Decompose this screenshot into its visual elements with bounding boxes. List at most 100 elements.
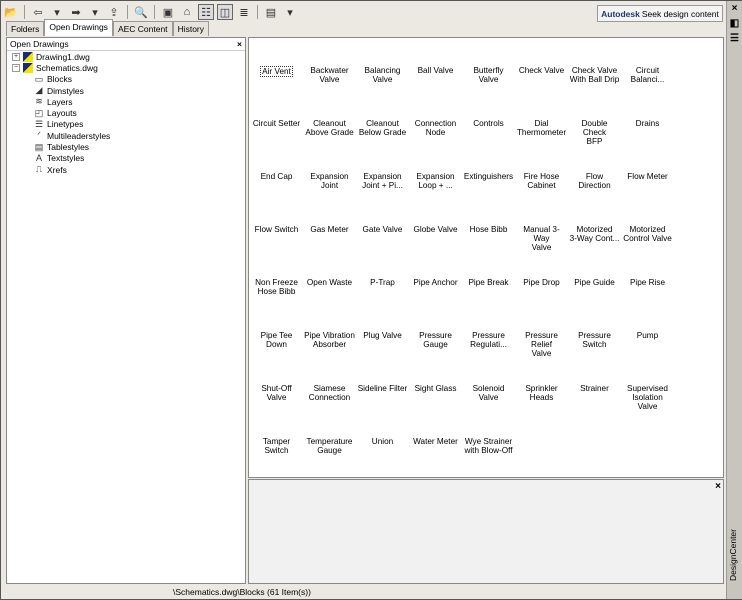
block-item[interactable]: P-Trap [356, 276, 409, 329]
block-item[interactable]: Non Freeze Hose Bibb [250, 276, 303, 329]
block-item[interactable]: Check Valve With Ball Drip [568, 64, 621, 117]
favorites-icon[interactable]: ▣ [160, 4, 176, 20]
tree-node-multileaderstyles[interactable]: ᐟ Multileaderstyles [12, 130, 245, 141]
block-item[interactable]: Check Valve [515, 64, 568, 117]
tablestyles-icon: ▤ [34, 141, 44, 152]
block-label: Cleanout Above Grade [305, 119, 354, 137]
close-palette-icon[interactable]: × [728, 3, 742, 16]
block-label: Water Meter [413, 437, 458, 446]
block-item[interactable]: Double Check BFP [568, 117, 621, 170]
block-item[interactable]: Open Waste [303, 276, 356, 329]
block-item[interactable]: Expansion Loop + ... [409, 170, 462, 223]
block-item[interactable]: Flow Direction [568, 170, 621, 223]
tree-node-dimstyles[interactable]: ◢ Dimstyles [12, 85, 245, 96]
tree-node-blocks[interactable]: ▭ Blocks [12, 74, 245, 85]
tree-node-layers[interactable]: ≋ Layers [12, 96, 245, 107]
block-item[interactable]: Circuit Balanci... [621, 64, 674, 117]
block-grid: Air Vent Backwater Valve Balancing Valve Ba… [250, 64, 674, 488]
block-item[interactable]: Pressure Relief Valve [515, 329, 568, 382]
block-item[interactable]: Plug Valve [356, 329, 409, 382]
tree-view-toggle-icon[interactable]: ☷ [198, 4, 214, 20]
block-item[interactable]: Extinguishers [462, 170, 515, 223]
block-item[interactable]: Cleanout Below Grade [356, 117, 409, 170]
block-item[interactable]: Drains [621, 117, 674, 170]
block-item[interactable]: Sight Glass [409, 382, 462, 435]
block-item[interactable]: Butterfly Valve [462, 64, 515, 117]
block-item[interactable]: Pipe Tee Down [250, 329, 303, 382]
preview-icon[interactable]: ◫ [217, 4, 233, 20]
block-item[interactable]: Fire Hose Cabinet [515, 170, 568, 223]
block-item[interactable]: Air Vent [250, 64, 303, 117]
collapse-icon[interactable]: − [12, 63, 20, 72]
palette-title-strip[interactable]: × ◧ ☰ DesignCenter [726, 1, 742, 599]
block-item[interactable]: Pipe Vibration Absorber [303, 329, 356, 382]
block-item[interactable]: Controls [462, 117, 515, 170]
load-icon[interactable]: 📂 [3, 4, 19, 20]
block-item[interactable]: Hose Bibb [462, 223, 515, 276]
block-item[interactable]: Strainer [568, 382, 621, 435]
search-icon[interactable]: 🔍 [133, 4, 149, 20]
block-item[interactable]: Shut-Off Valve [250, 382, 303, 435]
forward-icon[interactable]: ➡ [68, 4, 84, 20]
block-item[interactable]: Expansion Joint [303, 170, 356, 223]
tree-node-drawing1[interactable]: + Drawing1.dwg [12, 51, 245, 62]
block-item[interactable]: Pump [621, 329, 674, 382]
tab-open-drawings[interactable]: Open Drawings [44, 19, 113, 36]
tab-aec-content[interactable]: AEC Content [112, 21, 173, 36]
block-item[interactable]: Balancing Valve [356, 64, 409, 117]
close-preview-icon[interactable]: × [715, 481, 721, 492]
block-item[interactable]: Globe Valve [409, 223, 462, 276]
block-item[interactable]: Solenoid Valve [462, 382, 515, 435]
tab-folders[interactable]: Folders [6, 21, 45, 36]
tab-history[interactable]: History [172, 21, 210, 36]
block-item[interactable]: Flow Meter [621, 170, 674, 223]
block-item[interactable]: Dial Thermometer [515, 117, 568, 170]
block-item[interactable]: End Cap [250, 170, 303, 223]
block-item[interactable]: Sprinkler Heads [515, 382, 568, 435]
tree-node-layouts[interactable]: ◰ Layouts [12, 107, 245, 119]
block-item[interactable]: Pipe Drop [515, 276, 568, 329]
close-tree-icon[interactable]: × [237, 39, 242, 49]
block-item[interactable]: Manual 3-Way Valve [515, 223, 568, 276]
forward-dropdown-icon[interactable]: ▾ [87, 4, 103, 20]
tree-node-linetypes[interactable]: ☰ Linetypes [12, 119, 245, 130]
description-icon[interactable]: ≣ [236, 4, 252, 20]
block-item[interactable]: Flow Switch [250, 223, 303, 276]
tree-node-textstyles[interactable]: A Textstyles [12, 153, 245, 164]
block-item[interactable]: Supervised Isolation Valve [621, 382, 674, 435]
block-label: Expansion Joint + Pi... [362, 172, 403, 190]
block-item[interactable]: Gas Meter [303, 223, 356, 276]
tree-node-schematics[interactable]: − Schematics.dwg [12, 62, 245, 73]
back-dropdown-icon[interactable]: ▾ [49, 4, 65, 20]
block-item[interactable]: Expansion Joint + Pi... [356, 170, 409, 223]
views-icon[interactable]: ▤ [263, 4, 279, 20]
auto-hide-icon[interactable]: ◧ [728, 18, 742, 31]
home-icon[interactable]: ⌂ [179, 4, 195, 20]
up-icon[interactable]: ⇪ [106, 4, 122, 20]
block-item[interactable]: Pipe Break [462, 276, 515, 329]
block-item[interactable]: Pressure Regulati... [462, 329, 515, 382]
block-item[interactable]: Gate Valve [356, 223, 409, 276]
expand-icon[interactable]: + [12, 52, 20, 61]
views-dropdown-icon[interactable]: ▾ [282, 4, 298, 20]
block-item[interactable]: Motorized Control Valve [621, 223, 674, 276]
block-item[interactable]: Backwater Valve [303, 64, 356, 117]
block-item[interactable]: Pressure Switch [568, 329, 621, 382]
block-item[interactable]: Pipe Rise [621, 276, 674, 329]
tree-node-tablestyles[interactable]: ▤ Tablestyles [12, 141, 245, 153]
properties-icon[interactable]: ☰ [728, 33, 742, 46]
block-item[interactable]: Pipe Anchor [409, 276, 462, 329]
block-item[interactable]: Pressure Gauge [409, 329, 462, 382]
block-item[interactable]: Motorized 3-Way Cont... [568, 223, 621, 276]
block-item[interactable]: Circuit Setter [250, 117, 303, 170]
dimstyles-icon: ◢ [35, 85, 43, 96]
tree-node-xrefs[interactable]: ⎍ Xrefs [12, 164, 245, 175]
block-item[interactable]: Cleanout Above Grade [303, 117, 356, 170]
seek-design-content-button[interactable]: Autodesk Seek design content [597, 5, 723, 22]
block-item[interactable]: Sideline Filter [356, 382, 409, 435]
back-icon[interactable]: ⇦ [30, 4, 46, 20]
block-item[interactable]: Siamese Connection [303, 382, 356, 435]
block-item[interactable]: Ball Valve [409, 64, 462, 117]
block-item[interactable]: Pipe Guide [568, 276, 621, 329]
block-item[interactable]: Connection Node [409, 117, 462, 170]
